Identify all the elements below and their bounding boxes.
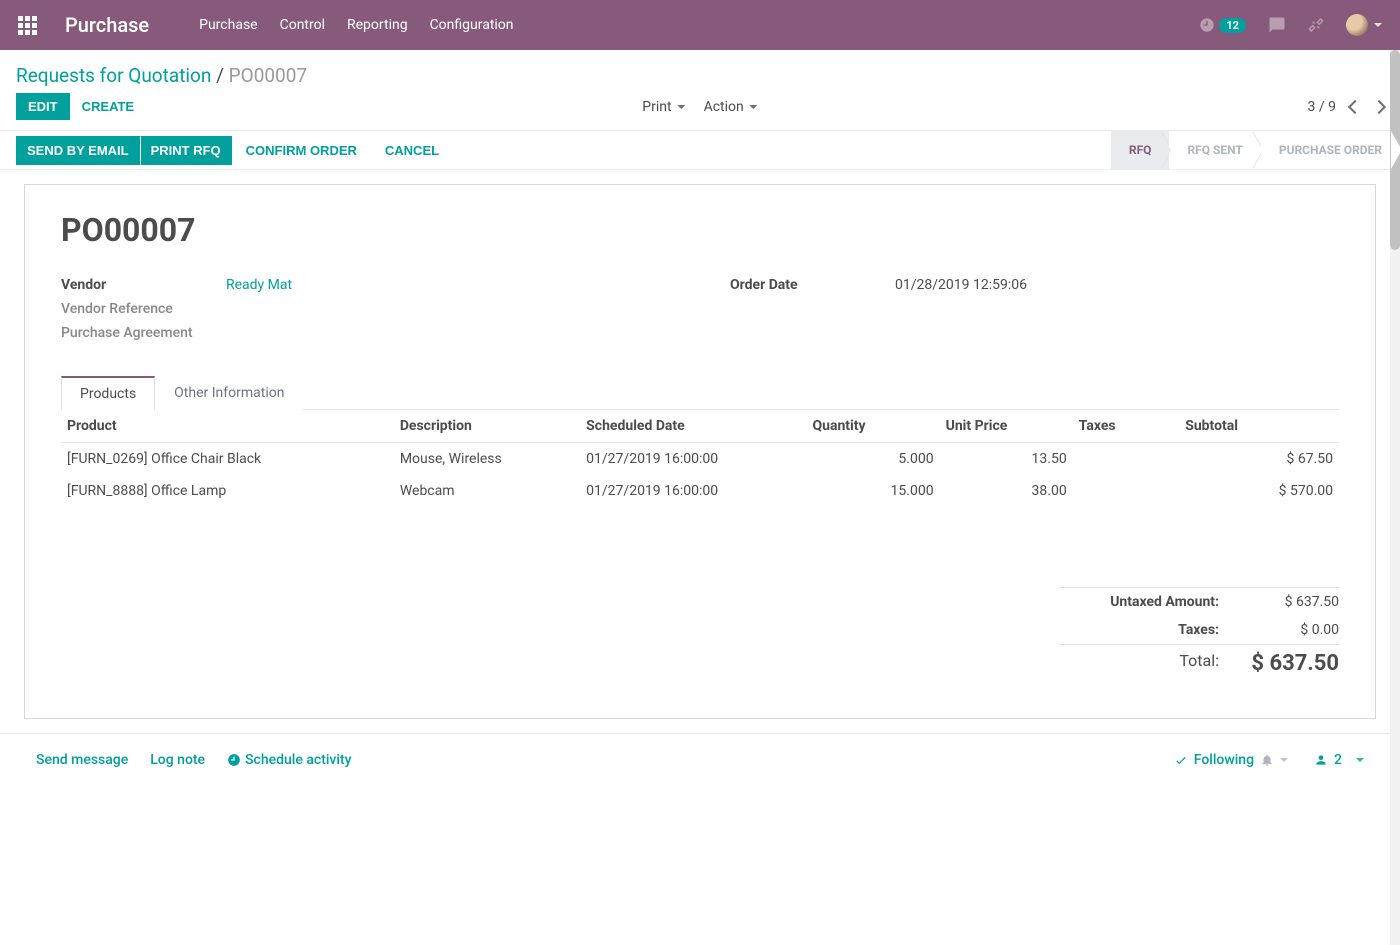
order-date-label: Order Date [730,277,895,293]
activity-count-badge: 12 [1219,18,1246,33]
check-icon [1174,753,1188,767]
log-note-link[interactable]: Log note [150,752,205,768]
schedule-activity-link[interactable]: Schedule activity [227,752,351,768]
untaxed-amount-label: Untaxed Amount: [1059,594,1249,610]
edit-button[interactable]: EDIT [16,93,70,120]
send-by-email-button[interactable]: SEND BY EMAIL [16,136,140,165]
clock-icon [227,753,241,767]
activities-button[interactable]: 12 [1199,17,1246,33]
user-menu[interactable] [1346,14,1382,36]
user-icon [1314,753,1328,767]
cell-unit-price: 38.00 [940,475,1073,507]
cell-scheduled: 01/27/2019 16:00:00 [580,475,806,507]
tabs: Products Other Information [61,375,1339,410]
cell-product: [FURN_8888] Office Lamp [61,475,394,507]
action-dropdown[interactable]: Action [704,99,758,115]
cell-description: Webcam [394,475,580,507]
record-title: PO00007 [61,211,1339,249]
breadcrumb-current: PO00007 [229,64,307,87]
col-unit-price[interactable]: Unit Price [940,410,1073,443]
chatter: Send message Log note Schedule activity … [0,733,1400,786]
taxes-label: Taxes: [1059,622,1249,638]
vendor-label: Vendor [61,277,226,293]
following-button[interactable]: Following [1174,752,1288,768]
col-subtotal[interactable]: Subtotal [1179,410,1339,443]
chevron-down-icon [750,105,758,109]
chevron-down-icon [1280,758,1288,762]
total-value: $ 637.50 [1249,651,1339,676]
taxes-value: $ 0.00 [1249,622,1339,638]
untaxed-amount-value: $ 637.50 [1249,594,1339,610]
col-quantity[interactable]: Quantity [806,410,939,443]
discuss-button[interactable] [1268,16,1286,34]
cell-taxes [1073,443,1179,476]
topbar-right: 12 [1199,14,1382,36]
print-label: Print [642,99,671,115]
nav-control[interactable]: Control [280,17,325,33]
products-table: Product Description Scheduled Date Quant… [61,410,1339,507]
app-title[interactable]: Purchase [65,13,149,37]
col-taxes[interactable]: Taxes [1073,410,1179,443]
avatar [1346,14,1368,36]
total-label: Total: [1059,651,1249,676]
table-row[interactable]: [FURN_8888] Office LampWebcam01/27/2019 … [61,475,1339,507]
print-rfq-button[interactable]: PRINT RFQ [140,136,232,165]
stage-rfq[interactable]: RFQ [1111,131,1170,169]
action-label: Action [704,99,744,115]
cell-subtotal: $ 570.00 [1179,475,1339,507]
cell-subtotal: $ 67.50 [1179,443,1339,476]
followers-button[interactable]: 2 [1314,752,1364,768]
debug-button[interactable] [1308,17,1324,33]
chevron-down-icon [1356,758,1364,762]
send-message-link[interactable]: Send message [36,752,128,768]
top-nav: Purchase Control Reporting Configuration [199,17,513,33]
form-sheet: PO00007 Vendor Ready Mat Vendor Referenc… [24,184,1376,719]
pager-position[interactable]: 3 / 9 [1308,99,1336,115]
cell-taxes [1073,475,1179,507]
stage-rfq-sent[interactable]: RFQ SENT [1169,131,1260,169]
tab-products[interactable]: Products [61,376,155,410]
vendor-value[interactable]: Ready Mat [226,277,292,293]
order-date-value: 01/28/2019 12:59:06 [895,277,1027,293]
cell-scheduled: 01/27/2019 16:00:00 [580,443,806,476]
clock-icon [1199,17,1215,33]
cell-unit-price: 13.50 [940,443,1073,476]
nav-reporting[interactable]: Reporting [347,17,408,33]
col-product[interactable]: Product [61,410,394,443]
cell-product: [FURN_0269] Office Chair Black [61,443,394,476]
vendor-reference-label: Vendor Reference [61,301,226,317]
bell-icon [1260,753,1274,767]
apps-icon[interactable] [18,16,37,35]
chevron-down-icon [1374,23,1382,27]
nav-configuration[interactable]: Configuration [430,17,514,33]
breadcrumb-root[interactable]: Requests for Quotation [16,64,211,87]
chat-icon [1268,16,1286,34]
stage-purchase-order[interactable]: PURCHASE ORDER [1261,131,1400,169]
scrollbar[interactable] [1390,50,1400,945]
col-scheduled[interactable]: Scheduled Date [580,410,806,443]
pager-prev-button[interactable] [1348,99,1362,113]
col-description[interactable]: Description [394,410,580,443]
nav-purchase[interactable]: Purchase [199,17,257,33]
pager-next-button[interactable] [1372,99,1386,113]
print-dropdown[interactable]: Print [642,99,685,115]
tab-other-information[interactable]: Other Information [155,376,303,410]
cell-quantity: 15.000 [806,475,939,507]
breadcrumb-sep: / [211,64,228,87]
cancel-button[interactable]: CANCEL [371,137,453,164]
create-button[interactable]: CREATE [70,93,146,120]
breadcrumb: Requests for Quotation / PO00007 [16,64,307,87]
chevron-down-icon [678,105,686,109]
wrench-icon [1308,17,1324,33]
confirm-order-button[interactable]: CONFIRM ORDER [232,137,371,164]
cell-description: Mouse, Wireless [394,443,580,476]
cell-quantity: 5.000 [806,443,939,476]
topbar: Purchase Purchase Control Reporting Conf… [0,0,1400,50]
purchase-agreement-label: Purchase Agreement [61,325,226,341]
statusbar: SEND BY EMAIL PRINT RFQ CONFIRM ORDER CA… [0,130,1400,170]
table-row[interactable]: [FURN_0269] Office Chair BlackMouse, Wir… [61,443,1339,476]
